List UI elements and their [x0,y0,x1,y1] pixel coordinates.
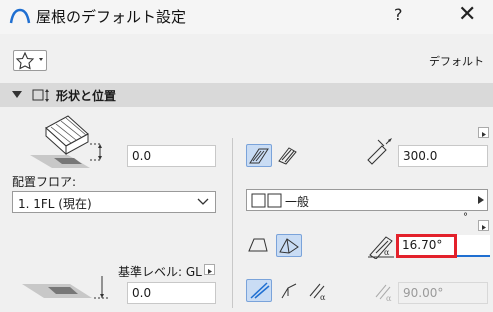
thickness-icon [367,138,392,165]
edge-vertical-button[interactable] [246,144,272,167]
edge-angled-icon[interactable] [278,280,300,302]
edge-angle-input: 90.00° [398,282,488,304]
degree-unit-label: ° [463,212,468,223]
home-story-dropdown[interactable]: 1. 1FL (現在) [12,191,216,213]
svg-text:α: α [320,293,326,302]
vertical-edge-icon [249,148,269,164]
roof-pitch-icon [248,238,268,252]
default-label: デフォルト [429,55,484,68]
reference-offset-input[interactable]: 0.0 [127,282,216,304]
edge-angle-icon: α [375,284,392,303]
favorites-button[interactable] [13,50,47,71]
home-story-label: 配置フロア: [12,175,77,189]
roof-height-icon [279,238,299,254]
section-title: 形状と位置 [56,89,117,103]
help-button[interactable]: ? [394,5,403,24]
window-title: 屋根のデフォルト設定 [36,8,187,26]
reference-level-label: 基準レベル: GL [118,265,202,279]
svg-text:α: α [384,248,390,257]
pitch-angle-icon: α [368,236,394,259]
edge-perpendicular-button[interactable] [276,144,302,167]
home-story-value: 1. 1FL (現在) [18,197,92,211]
pitch-by-height-button[interactable] [276,234,302,257]
play-arrow-icon [482,132,486,137]
layer-structure-dropdown[interactable]: 一般 [246,189,488,211]
perpendicular-edge-icon [278,147,297,165]
edge-straight-button[interactable] [246,279,272,302]
reference-level-illustration [22,276,108,299]
play-arrow-icon [482,225,486,230]
top-offset-input[interactable]: 0.0 [127,145,216,167]
panel-divider [232,138,233,308]
star-icon [15,51,43,70]
svg-text:α: α [386,294,392,303]
pitch-menu-button[interactable] [478,220,489,231]
basic-structure-icon [251,193,282,208]
play-arrow-icon [478,196,484,204]
edge-custom-angle-icon[interactable]: α [306,280,332,302]
pitch-highlight-box [396,234,457,258]
thickness-menu-button[interactable] [478,127,489,138]
reference-level-menu-button[interactable] [204,264,215,275]
roof-offset-illustration [30,115,102,168]
chevron-down-icon [197,198,209,205]
close-button[interactable]: ✕ [458,2,476,27]
layer-structure-value: 一般 [285,195,310,209]
roof-tool-icon [9,8,31,24]
collapse-arrow-icon[interactable] [12,91,22,99]
thickness-input[interactable]: 300.0 [398,145,488,167]
play-arrow-icon [208,269,212,274]
pitch-by-angle-button[interactable] [246,234,272,257]
geometry-position-icon [32,89,49,102]
straight-edge-icon [250,282,270,299]
